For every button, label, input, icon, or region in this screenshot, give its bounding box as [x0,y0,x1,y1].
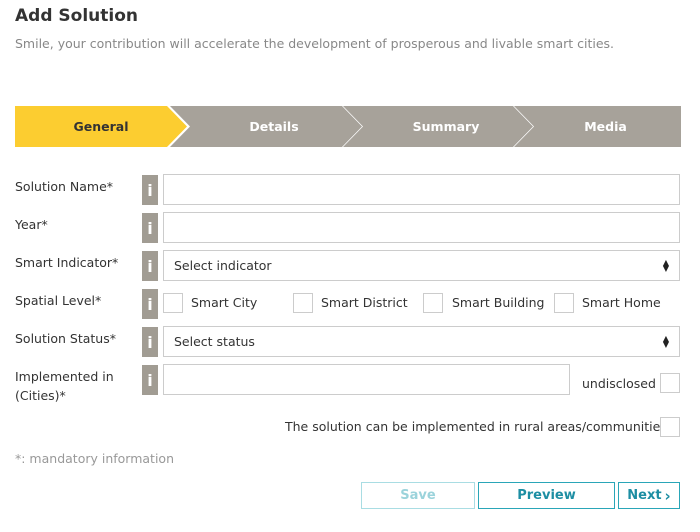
step-general-label: General [73,119,129,134]
implemented-in-input[interactable] [163,364,570,395]
solution-status-select[interactable]: Select status ▲ ▼ [163,326,680,357]
smart-indicator-selected: Select indicator [174,258,272,273]
solution-status-selected: Select status [174,334,255,349]
implemented-in-label-line1: Implemented in [15,369,114,384]
step-summary[interactable]: Summary [343,106,533,147]
implemented-in-info-icon[interactable]: i [142,365,158,395]
solution-status-label: Solution Status* [15,331,116,346]
implemented-in-label-line2: (Cities)* [15,388,66,403]
next-button[interactable]: Next › [618,482,680,509]
page-title: Add Solution [15,6,139,26]
smart-indicator-info-icon[interactable]: i [142,251,158,281]
solution-status-info-icon[interactable]: i [142,327,158,357]
solution-name-label: Solution Name* [15,179,114,194]
implemented-in-label: Implemented in (Cities)* [15,367,114,405]
smart-indicator-select[interactable]: Select indicator ▲ ▼ [163,250,680,281]
preview-button[interactable]: Preview [478,482,615,509]
smart-city-checkbox[interactable] [163,293,183,313]
chevron-right-icon: › [664,486,671,505]
year-info-icon[interactable]: i [142,213,158,243]
smart-building-checkbox[interactable] [423,293,443,313]
undisclosed-checkbox[interactable] [660,373,680,393]
step-media[interactable]: Media [514,106,681,147]
smart-indicator-label: Smart Indicator* [15,255,119,270]
solution-name-input[interactable] [163,174,680,205]
smart-city-label: Smart City [191,295,258,310]
smart-district-checkbox[interactable] [293,293,313,313]
mandatory-note: *: mandatory information [15,451,174,466]
next-button-label: Next [627,488,662,503]
undisclosed-label: undisclosed [582,376,656,391]
step-summary-label: Summary [412,119,480,134]
select-arrows-icon: ▲ ▼ [662,333,669,349]
spatial-level-info-icon[interactable]: i [142,289,158,319]
year-input[interactable] [163,212,680,243]
smart-home-checkbox[interactable] [554,293,574,313]
rural-checkbox[interactable] [660,417,680,437]
year-label: Year* [15,217,48,232]
spatial-level-label: Spatial Level* [15,293,102,308]
smart-district-label: Smart District [321,295,408,310]
step-details-label: Details [249,119,299,134]
step-details[interactable]: Details [170,106,362,147]
step-media-label: Media [584,119,627,134]
save-button[interactable]: Save [361,482,475,509]
smart-home-label: Smart Home [582,295,661,310]
step-general[interactable]: General [15,106,187,147]
rural-label: The solution can be implemented in rural… [285,419,671,434]
page-subtitle: Smile, your contribution will accelerate… [15,36,615,51]
smart-building-label: Smart Building [452,295,545,310]
wizard-steps: General Details Summary Media [15,106,681,147]
select-arrows-icon: ▲ ▼ [662,257,669,273]
solution-name-info-icon[interactable]: i [142,175,158,205]
